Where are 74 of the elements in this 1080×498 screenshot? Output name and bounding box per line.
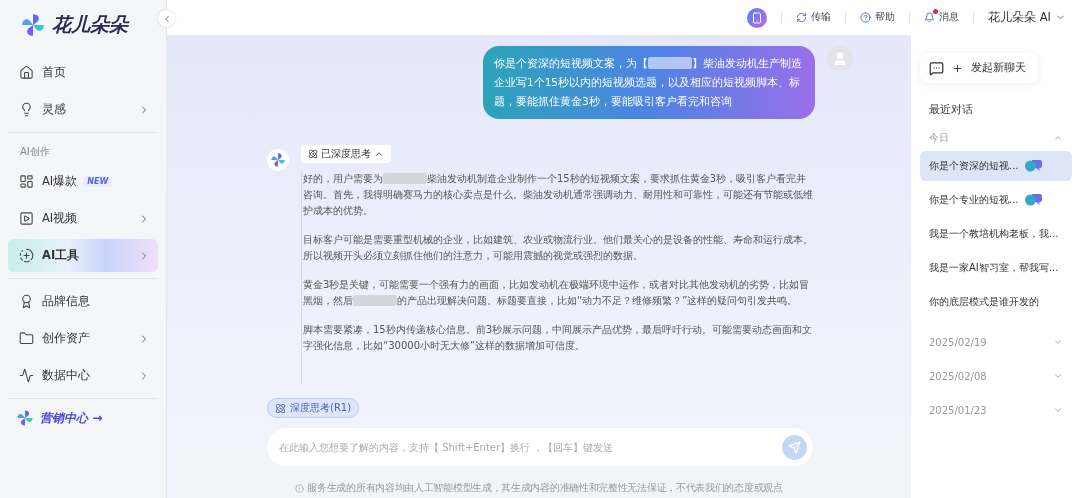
home-icon [19,65,34,80]
chart-icon [19,368,34,383]
message-input[interactable]: 在此输入您想要了解的内容，支持【 Shift+Enter】换行 ，【回车】键发送 [277,440,782,454]
nav-label: AI视频 [42,211,78,226]
nav-item[interactable]: 数据中心 [8,359,158,392]
grid-icon [19,174,34,189]
account-menu[interactable]: 花儿朵朵 AI [988,10,1066,25]
user-message: 你是个资深的短视频文案，为【 】柴油发动机生产制造企业写1个15秒以内的短视频选题，以及相应的短视频脚本、标题，要能抓住黄金3秒，要能吸引客户看完和咨询 [483,46,815,119]
plus-icon [952,62,963,74]
nav-label: 创作资产 [42,331,90,346]
chat-icon [929,60,944,76]
nav-item[interactable]: 灵感 [8,93,158,126]
nav-label: AI工具 [42,248,80,263]
chat-history-item[interactable]: 我是一个教培机构老板，我... [920,219,1072,249]
nav-item[interactable]: AI爆款 NEW [8,165,158,198]
disclaimer: 服务生成的所有内容均由人工智能模型生成，其生成内容的准确性和完整性无法保证，不代表我们的态度或观点 [307,481,783,495]
nav-label: 灵感 [42,102,66,117]
nav-item[interactable]: 品牌信息 [8,285,158,318]
chevron-up-icon [374,149,384,159]
sparkle-circle-icon [19,248,34,263]
send-icon [788,440,801,454]
top-link[interactable]: 帮助 [860,11,896,24]
chat-history-item[interactable]: 你的底层模式是谁开发的 [920,287,1072,317]
redaction-block [648,57,692,69]
atom-icon [308,149,318,159]
nav-label: 首页 [42,65,66,80]
send-button[interactable] [782,434,807,460]
nav-item[interactable]: 首页 [8,56,158,89]
section-heading: AI创作 [19,145,51,159]
atom-icon [275,402,286,414]
reasoning-paragraph: 目标客户可能是需要重型机械的企业，比如建筑、农业或物流行业。他们最关心的是设备的性能、寿命和运行成本。所以视频开头必须立刻抓住他们的注意力，可能用震撼的视觉或强烈的数据。 [303,233,813,263]
pinwheel-logo-icon [16,409,34,427]
promo-link[interactable]: 营销中心 → [40,409,103,427]
chevron-down-icon [1053,371,1063,381]
nav-item[interactable]: AI工具 [8,239,158,272]
user-avatar [827,46,853,72]
nav-item[interactable]: AI视频 [8,202,158,235]
thinking-toggle[interactable]: 已深度思考 [301,145,391,163]
history-title: 最近对话 [929,103,974,117]
info-icon [295,483,305,493]
new-badge: NEW [83,176,113,187]
reasoning-paragraph: 黄金3秒是关键，可能需要一个强有力的画面，比如发动机在极端环境中运作，或者对比其他发动机的劣势，比如冒黑烟，然后 的产品出现解决问题。标题要直接，比如“动力不足？维修频繁？”这样的疑问句引发共鸣。 [303,278,811,308]
bell-icon [924,12,936,23]
transfer-icon [796,12,808,23]
redaction-block [383,173,427,184]
folder-icon [19,331,34,346]
reasoning-paragraph: 脚本需要紧凑，15秒内传递核心信息。前3秒展示问题，中间展示产品优势，最后呼吁行动。可能需要动态画面和文字强化信息，比如“30000小时无大修”这样的数据增加可信度。 [303,323,813,353]
chat-history-item[interactable]: 你是个专业的短视... [920,185,1072,215]
pinwheel-logo-icon [20,12,46,38]
help-icon [860,12,872,23]
nav-label: AI爆款 [42,174,78,189]
chat-bubbles-icon [1024,194,1042,206]
nav-item[interactable]: 创作资产 [8,322,158,355]
nav-label: 数据中心 [42,368,90,383]
reasoning-paragraph: 好的，用户需要为 柴油发动机制造企业制作一个15秒的短视频文案，要求抓住黄金3秒，吸引客户看完并咨询。首先，我得明确赛马力的核心卖点是什么。柴油发动机通常强调动力、耐用性和可靠性，可能还有节能或低维护成本的优势。 [303,172,813,218]
redaction-block [353,295,397,306]
lightbulb-icon [19,102,34,117]
chat-history-item[interactable]: 你是个资深的短视... [920,151,1072,181]
chevron-down-icon [1053,405,1063,415]
chat-bubbles-icon [1024,160,1042,172]
top-link[interactable]: 传输 [796,11,832,24]
brand-name: 花儿朵朵 [52,12,128,37]
chevron-up-icon [1053,133,1063,143]
composer-box[interactable]: 在此输入您想要了解的内容，支持【 Shift+Enter】换行 ，【回车】键发送 [267,428,813,466]
video-icon [19,211,34,226]
device-icon[interactable] [747,7,768,28]
chat-history-item[interactable]: 我是一家AI智习室，帮我写... [920,253,1072,283]
top-link[interactable]: 消息 [924,11,960,24]
new-chat-button[interactable]: 发起新聊天 [920,53,1038,83]
nav-label: 品牌信息 [42,294,90,309]
deep-think-toggle[interactable]: 深度思考(R1) [267,398,360,418]
collapse-button[interactable] [158,10,175,27]
badge-icon [19,294,34,309]
chevron-down-icon [1053,337,1063,347]
